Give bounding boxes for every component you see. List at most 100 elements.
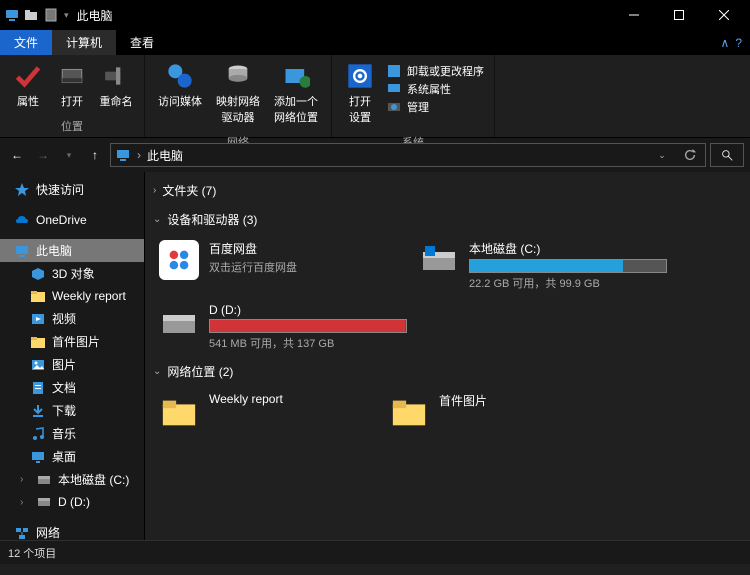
- minimize-button[interactable]: [611, 0, 656, 30]
- sidebar-item-c-drive[interactable]: ›本地磁盘 (C:): [0, 468, 144, 491]
- ribbon-group-system: 打开 设置 卸载或更改程序 系统属性 管理 系统: [332, 55, 495, 137]
- system-props-icon: [386, 81, 402, 97]
- qat-newfolder-icon[interactable]: [24, 7, 40, 23]
- qat-dropdown-icon[interactable]: ▾: [64, 10, 69, 21]
- nav-recent-dropdown[interactable]: ▾: [58, 144, 80, 166]
- qat-properties-icon[interactable]: [44, 7, 60, 23]
- uninstall-programs-button[interactable]: 卸载或更改程序: [386, 63, 484, 79]
- address-bar[interactable]: › 此电脑 ⌄: [110, 143, 706, 167]
- rename-button[interactable]: 重命名: [94, 59, 138, 111]
- d-drive-tile[interactable]: D (D:) 541 MB 可用，共 137 GB: [153, 297, 413, 357]
- sidebar-item-d-drive[interactable]: ›D (D:): [0, 491, 144, 513]
- network-folder-first-images[interactable]: 首件图片: [383, 386, 613, 438]
- desktop-icon: [30, 449, 46, 465]
- group-folders[interactable]: › 文件夹 (7): [153, 176, 742, 205]
- refresh-button[interactable]: [679, 144, 701, 166]
- c-drive-tile[interactable]: 本地磁盘 (C:) 22.2 GB 可用，共 99.9 GB: [413, 234, 673, 297]
- manage-icon: [386, 99, 402, 115]
- ribbon-collapse-icon[interactable]: ∧: [721, 36, 730, 50]
- nav-forward-button[interactable]: →: [32, 144, 54, 166]
- sidebar-network[interactable]: 网络: [0, 521, 144, 540]
- disk-open-icon: [57, 61, 87, 91]
- sidebar-item-documents[interactable]: 文档: [0, 376, 144, 399]
- open-settings-button[interactable]: 打开 设置: [338, 59, 382, 127]
- network-drive-icon: [223, 61, 253, 91]
- group-devices[interactable]: ⌄ 设备和驱动器 (3): [153, 205, 742, 234]
- d-drive-usage-bar: [209, 319, 407, 333]
- pc-icon: [14, 243, 30, 259]
- search-icon: [721, 149, 734, 162]
- ribbon-group-network: 访问媒体 映射网络 驱动器 添加一个 网络位置 网络: [145, 55, 332, 137]
- checkmark-icon: [13, 61, 43, 91]
- drive-icon: [36, 494, 52, 510]
- sidebar-quick-access[interactable]: 快速访问: [0, 178, 144, 201]
- title-bar: ▾ 此电脑: [0, 0, 750, 30]
- sidebar-item-first-piece-images[interactable]: 首件图片: [0, 330, 144, 353]
- folder-icon: [30, 266, 46, 282]
- network-icon: [14, 525, 30, 541]
- folder-icon: [389, 392, 429, 432]
- tab-file[interactable]: 文件: [0, 30, 52, 55]
- ribbon: 属性 打开 重命名 位置 访问媒体 映射网络 驱动器: [0, 55, 750, 138]
- add-network-location-button[interactable]: 添加一个 网络位置: [267, 59, 325, 127]
- manage-button[interactable]: 管理: [386, 99, 484, 115]
- nav-up-button[interactable]: ↑: [84, 144, 106, 166]
- search-box[interactable]: [710, 143, 744, 167]
- sidebar-item-music[interactable]: 音乐: [0, 422, 144, 445]
- sidebar-item-videos[interactable]: 视频: [0, 307, 144, 330]
- chevron-down-icon: ⌄: [153, 366, 161, 377]
- breadcrumb-chevron-icon[interactable]: ›: [137, 148, 141, 162]
- sidebar-item-3d-objects[interactable]: 3D 对象: [0, 262, 144, 285]
- navigation-pane: 快速访问 OneDrive 此电脑 3D 对象 Weekly report 视频…: [0, 172, 145, 540]
- settings-gear-icon: [345, 61, 375, 91]
- chevron-right-icon[interactable]: ›: [20, 497, 30, 508]
- download-icon: [30, 403, 46, 419]
- rename-icon: [101, 61, 131, 91]
- window-title: 此电脑: [77, 7, 113, 24]
- globe-icon: [281, 61, 311, 91]
- close-button[interactable]: [701, 0, 746, 30]
- pc-icon: [115, 147, 131, 163]
- video-icon: [30, 311, 46, 327]
- address-dropdown-button[interactable]: ⌄: [651, 144, 673, 166]
- drive-icon: [36, 472, 52, 488]
- chevron-right-icon[interactable]: ›: [20, 474, 30, 485]
- status-bar: 12 个项目: [0, 540, 750, 564]
- tab-computer[interactable]: 计算机: [52, 30, 116, 55]
- drive-windows-icon: [419, 240, 459, 280]
- open-button[interactable]: 打开: [50, 59, 94, 111]
- folder-icon: [30, 334, 46, 350]
- sidebar-item-desktop[interactable]: 桌面: [0, 445, 144, 468]
- uninstall-icon: [386, 63, 402, 79]
- map-drive-button[interactable]: 映射网络 驱动器: [209, 59, 267, 127]
- access-media-button[interactable]: 访问媒体: [151, 59, 209, 111]
- network-folder-weekly-report[interactable]: Weekly report: [153, 386, 383, 438]
- folder-icon: [30, 288, 46, 304]
- system-properties-button[interactable]: 系统属性: [386, 81, 484, 97]
- maximize-button[interactable]: [656, 0, 701, 30]
- sidebar-onedrive[interactable]: OneDrive: [0, 209, 144, 231]
- picture-icon: [30, 357, 46, 373]
- sidebar-this-pc[interactable]: 此电脑: [0, 239, 144, 262]
- group-network-locations[interactable]: ⌄ 网络位置 (2): [153, 357, 742, 386]
- content-pane[interactable]: › 文件夹 (7) ⌄ 设备和驱动器 (3) 百度网盘 双击运行百度网盘: [145, 172, 750, 540]
- sidebar-item-downloads[interactable]: 下载: [0, 399, 144, 422]
- tab-view[interactable]: 查看: [116, 30, 168, 55]
- music-icon: [30, 426, 46, 442]
- nav-back-button[interactable]: ←: [6, 144, 28, 166]
- help-icon[interactable]: ?: [735, 36, 742, 50]
- properties-button[interactable]: 属性: [6, 59, 50, 111]
- address-row: ← → ▾ ↑ › 此电脑 ⌄: [0, 138, 750, 172]
- media-icon: [165, 61, 195, 91]
- document-icon: [30, 380, 46, 396]
- cloud-icon: [14, 212, 30, 228]
- breadcrumb-this-pc[interactable]: 此电脑: [147, 147, 183, 164]
- sidebar-item-pictures[interactable]: 图片: [0, 353, 144, 376]
- star-icon: [14, 182, 30, 198]
- baidu-netdisk-tile[interactable]: 百度网盘 双击运行百度网盘: [153, 234, 413, 297]
- chevron-down-icon: ⌄: [153, 214, 161, 225]
- drive-icon: [159, 303, 199, 343]
- app-pc-icon: [4, 7, 20, 23]
- chevron-right-icon: ›: [153, 185, 156, 196]
- sidebar-item-weekly-report[interactable]: Weekly report: [0, 285, 144, 307]
